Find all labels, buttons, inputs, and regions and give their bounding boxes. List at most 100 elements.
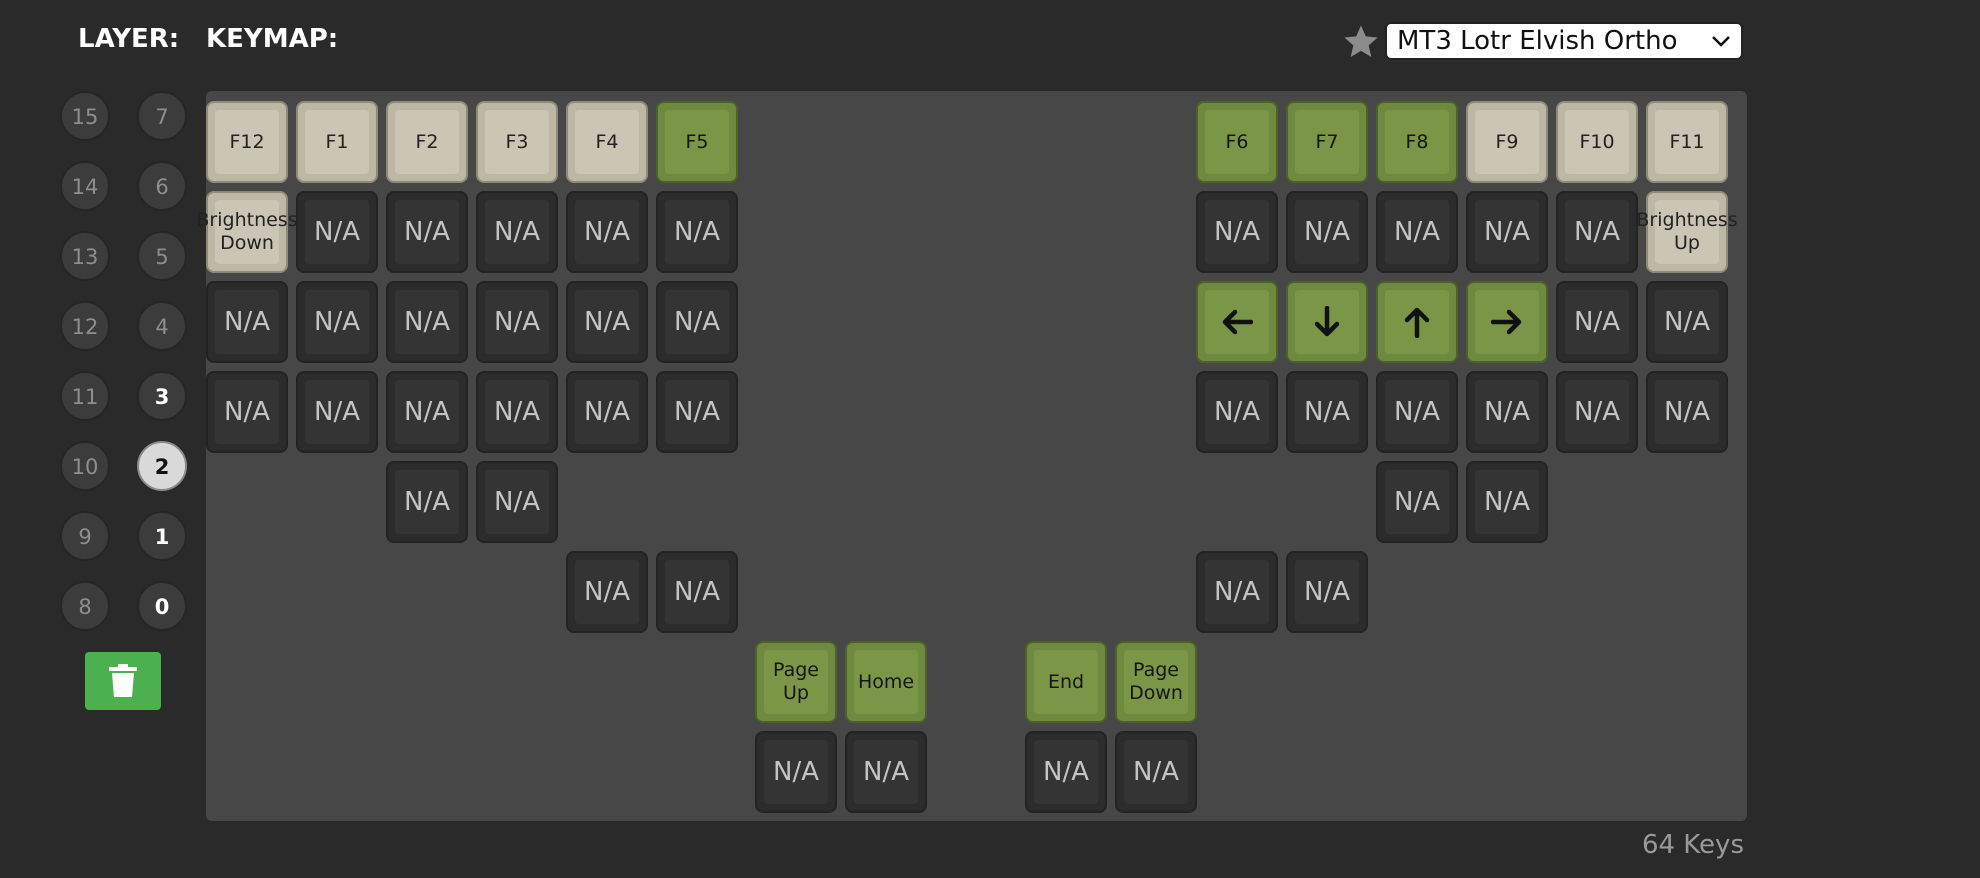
layer-button-11[interactable]: 11 bbox=[60, 371, 110, 421]
key-n-a[interactable]: N/A bbox=[1466, 461, 1548, 543]
key-page-up[interactable]: Page Up bbox=[755, 641, 837, 723]
key-n-a[interactable]: N/A bbox=[206, 371, 288, 453]
layer-button-0[interactable]: 0 bbox=[137, 581, 187, 631]
key-n-a[interactable]: N/A bbox=[656, 551, 738, 633]
key-label: F4 bbox=[575, 110, 639, 174]
key-n-a[interactable]: N/A bbox=[1556, 281, 1638, 363]
key-n-a[interactable]: N/A bbox=[1286, 371, 1368, 453]
layer-button-9[interactable]: 9 bbox=[60, 511, 110, 561]
key-f6[interactable]: F6 bbox=[1196, 101, 1278, 183]
key-n-a[interactable]: N/A bbox=[296, 191, 378, 273]
layer-button-2[interactable]: 2 bbox=[137, 441, 187, 491]
key-n-a[interactable]: N/A bbox=[1376, 371, 1458, 453]
layer-button-12[interactable]: 12 bbox=[60, 301, 110, 351]
key-n-a[interactable]: N/A bbox=[476, 281, 558, 363]
key-n-a[interactable]: N/A bbox=[206, 281, 288, 363]
key-n-a[interactable]: N/A bbox=[476, 371, 558, 453]
key-label: F6 bbox=[1205, 110, 1269, 174]
layer-label: LAYER: bbox=[78, 24, 180, 54]
layer-button-15[interactable]: 15 bbox=[60, 91, 110, 141]
trash-icon bbox=[109, 664, 137, 697]
key-n-a[interactable]: N/A bbox=[1115, 731, 1197, 813]
key-n-a[interactable]: N/A bbox=[1286, 551, 1368, 633]
key-f11[interactable]: F11 bbox=[1646, 101, 1728, 183]
key-n-a[interactable]: N/A bbox=[296, 371, 378, 453]
key-n-a[interactable]: N/A bbox=[1196, 191, 1278, 273]
key-n-a[interactable]: N/A bbox=[386, 191, 468, 273]
layer-button-8[interactable]: 8 bbox=[60, 581, 110, 631]
layer-button-3[interactable]: 3 bbox=[137, 371, 187, 421]
key-label: F11 bbox=[1655, 110, 1719, 174]
key-f5[interactable]: F5 bbox=[656, 101, 738, 183]
layer-button-5[interactable]: 5 bbox=[137, 231, 187, 281]
key-right-arrow[interactable] bbox=[1466, 281, 1548, 363]
key-end[interactable]: End bbox=[1025, 641, 1107, 723]
key-n-a[interactable]: N/A bbox=[1376, 461, 1458, 543]
key-brightness-up[interactable]: Brightness Up bbox=[1636, 191, 1738, 273]
key-n-a[interactable]: N/A bbox=[566, 281, 648, 363]
key-n-a[interactable]: N/A bbox=[1196, 551, 1278, 633]
key-n-a[interactable]: N/A bbox=[1466, 371, 1548, 453]
key-n-a[interactable]: N/A bbox=[476, 191, 558, 273]
key-n-a[interactable]: N/A bbox=[566, 191, 648, 273]
key-n-a[interactable]: N/A bbox=[1556, 191, 1638, 273]
key-label: N/A bbox=[485, 470, 549, 534]
key-count: 64 Keys bbox=[1641, 830, 1744, 860]
key-n-a[interactable]: N/A bbox=[1556, 371, 1638, 453]
key-n-a[interactable]: N/A bbox=[1025, 731, 1107, 813]
key-down-arrow[interactable] bbox=[1286, 281, 1368, 363]
key-f4[interactable]: F4 bbox=[566, 101, 648, 183]
layer-button-10[interactable]: 10 bbox=[60, 441, 110, 491]
key-n-a[interactable]: N/A bbox=[386, 371, 468, 453]
key-n-a[interactable]: N/A bbox=[566, 551, 648, 633]
key-n-a[interactable]: N/A bbox=[1196, 371, 1278, 453]
key-f9[interactable]: F9 bbox=[1466, 101, 1548, 183]
chevron-down-icon bbox=[1712, 36, 1730, 47]
key-n-a[interactable]: N/A bbox=[566, 371, 648, 453]
key-label: N/A bbox=[395, 200, 459, 264]
key-label: F9 bbox=[1475, 110, 1539, 174]
key-n-a[interactable]: N/A bbox=[656, 371, 738, 453]
key-n-a[interactable]: N/A bbox=[386, 461, 468, 543]
layer-button-6[interactable]: 6 bbox=[137, 161, 187, 211]
key-f3[interactable]: F3 bbox=[476, 101, 558, 183]
key-n-a[interactable]: N/A bbox=[656, 191, 738, 273]
key-label: F12 bbox=[215, 110, 279, 174]
key-f10[interactable]: F10 bbox=[1556, 101, 1638, 183]
key-f1[interactable]: F1 bbox=[296, 101, 378, 183]
key-f2[interactable]: F2 bbox=[386, 101, 468, 183]
key-f8[interactable]: F8 bbox=[1376, 101, 1458, 183]
layer-button-4[interactable]: 4 bbox=[137, 301, 187, 351]
key-page-down[interactable]: Page Down bbox=[1115, 641, 1197, 723]
key-label: N/A bbox=[485, 290, 549, 354]
layer-button-14[interactable]: 14 bbox=[60, 161, 110, 211]
key-n-a[interactable]: N/A bbox=[296, 281, 378, 363]
layer-button-7[interactable]: 7 bbox=[137, 91, 187, 141]
delete-button[interactable] bbox=[85, 652, 161, 710]
key-label: N/A bbox=[1034, 740, 1098, 804]
key-n-a[interactable]: N/A bbox=[845, 731, 927, 813]
key-n-a[interactable]: N/A bbox=[1286, 191, 1368, 273]
key-f7[interactable]: F7 bbox=[1286, 101, 1368, 183]
star-icon[interactable] bbox=[1341, 22, 1381, 62]
keymap-select[interactable]: MT3 Lotr Elvish Ortho bbox=[1385, 22, 1743, 60]
layer-button-1[interactable]: 1 bbox=[137, 511, 187, 561]
layer-button-13[interactable]: 13 bbox=[60, 231, 110, 281]
key-label: Home bbox=[854, 650, 918, 714]
key-n-a[interactable]: N/A bbox=[1466, 191, 1548, 273]
key-home[interactable]: Home bbox=[845, 641, 927, 723]
key-n-a[interactable]: N/A bbox=[656, 281, 738, 363]
key-n-a[interactable]: N/A bbox=[1646, 281, 1728, 363]
key-n-a[interactable]: N/A bbox=[1646, 371, 1728, 453]
key-n-a[interactable]: N/A bbox=[1376, 191, 1458, 273]
key-label: N/A bbox=[575, 560, 639, 624]
key-n-a[interactable]: N/A bbox=[476, 461, 558, 543]
key-f12[interactable]: F12 bbox=[206, 101, 288, 183]
key-n-a[interactable]: N/A bbox=[386, 281, 468, 363]
key-n-a[interactable]: N/A bbox=[755, 731, 837, 813]
key-brightness-down[interactable]: Brightness Down bbox=[196, 191, 298, 273]
key-left-arrow[interactable] bbox=[1196, 281, 1278, 363]
key-up-arrow[interactable] bbox=[1376, 281, 1458, 363]
key-label: F7 bbox=[1295, 110, 1359, 174]
key-label: N/A bbox=[1565, 290, 1629, 354]
